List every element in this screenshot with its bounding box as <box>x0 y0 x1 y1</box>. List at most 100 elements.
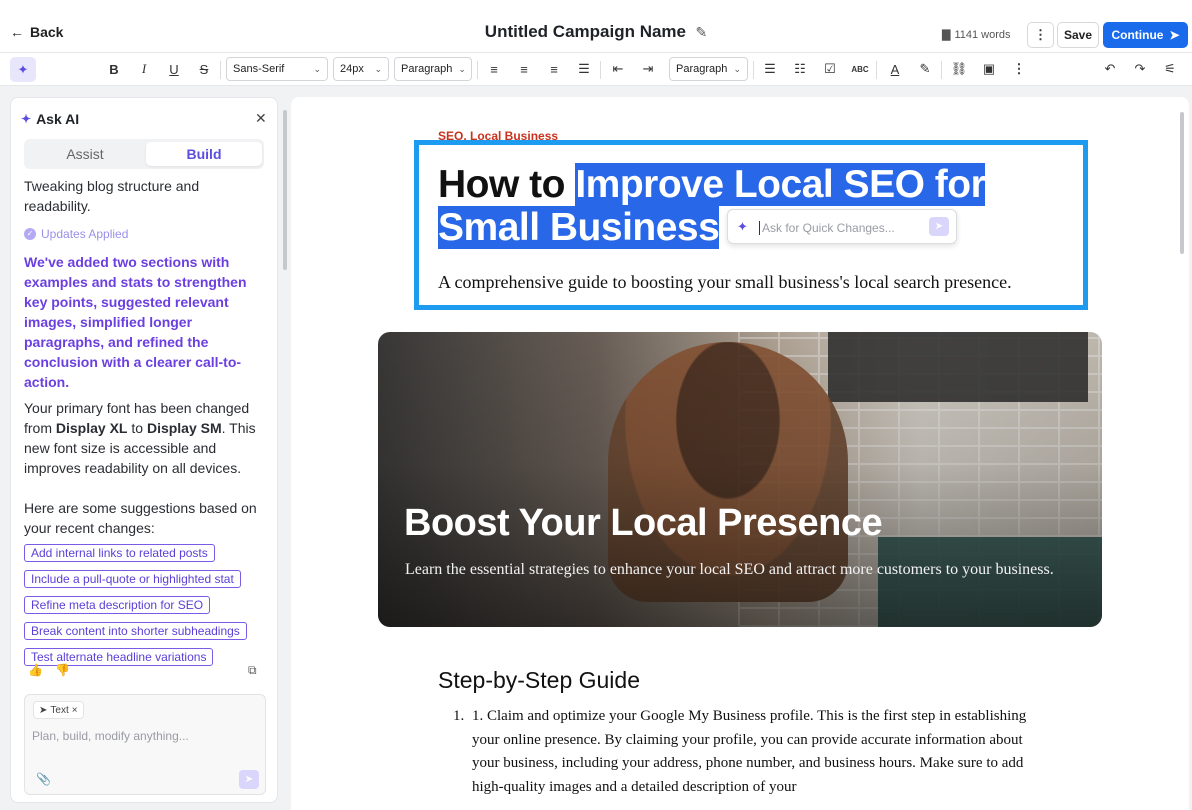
bold-icon[interactable]: B <box>104 59 124 79</box>
align-right-icon[interactable]: ≡ <box>544 59 564 79</box>
image-icon[interactable]: ▣ <box>979 59 999 79</box>
toolbar-divider <box>941 61 942 79</box>
hero-title[interactable]: Boost Your Local Presence <box>404 502 883 545</box>
cursor-icon: ➤ <box>39 704 48 716</box>
quick-changes-popover[interactable]: ✦ Ask for Quick Changes... ➤ <box>727 209 957 244</box>
previous-message: Tweaking blog structure and readability. <box>24 178 200 214</box>
align-justify-icon[interactable]: ☰ <box>574 59 594 79</box>
block-style-value: Paragraph <box>401 63 453 75</box>
headline-plain: How to <box>438 163 576 206</box>
italic-icon[interactable]: I <box>134 59 154 79</box>
panel-title: Ask AI <box>36 111 80 127</box>
font-change-text: to <box>127 420 147 436</box>
quick-changes-input[interactable]: Ask for Quick Changes... <box>759 221 895 235</box>
suggestions-intro: Here are some suggestions based on your … <box>24 500 257 536</box>
thumbs-down-icon[interactable]: 👎 <box>55 663 70 677</box>
list-item[interactable]: 1. Claim and optimize your Google My Bus… <box>472 705 1051 799</box>
indent-increase-icon[interactable]: ⇥ <box>638 59 658 79</box>
hero-image[interactable]: Boost Your Local Presence Learn the esse… <box>378 332 1102 627</box>
font-family-select[interactable]: Sans-Serif ⌄ <box>226 57 328 81</box>
settings-sliders-icon[interactable]: ⚟ <box>1160 59 1180 79</box>
suggestion-chip[interactable]: Refine meta description for SEO <box>24 596 211 614</box>
panel-scrollbar[interactable] <box>283 110 287 270</box>
save-button[interactable]: Save <box>1057 22 1099 48</box>
toolbar-divider <box>876 61 877 79</box>
section-heading[interactable]: Step-by-Step Guide <box>438 667 640 694</box>
remove-icon[interactable]: × <box>72 705 78 716</box>
redo-icon[interactable]: ↷ <box>1130 59 1150 79</box>
top-header: ← Back Untitled Campaign Name ✎ ▇ 1141 w… <box>0 0 1192 52</box>
send-button[interactable]: ➤ <box>929 217 949 236</box>
highlighter-icon[interactable]: ✎ <box>915 59 935 79</box>
prompt-placeholder: Plan, build, modify anything... <box>32 729 189 743</box>
feedback-buttons: 👍 👎 <box>28 663 70 677</box>
font-change-to: Display SM <box>146 420 222 436</box>
canvas-scrollbar[interactable] <box>1180 112 1184 254</box>
subtitle[interactable]: A comprehensive guide to boosting your s… <box>438 272 1012 293</box>
sparkle-icon: ✦ <box>737 219 748 234</box>
context-chip-label: Text <box>50 704 69 716</box>
ask-ai-panel: ✦ Ask AI ✕ Assist Build Tweaking blog st… <box>10 97 278 803</box>
abc-format-icon[interactable]: ABC <box>850 59 870 79</box>
close-icon[interactable]: ✕ <box>255 110 267 127</box>
status-label: Updates Applied <box>41 227 129 241</box>
font-family-value: Sans-Serif <box>233 63 285 75</box>
document-canvas: SEO, Local Business How to Improve Local… <box>291 97 1189 810</box>
chevron-down-icon: ⌄ <box>458 63 466 74</box>
align-center-icon[interactable]: ≡ <box>514 59 534 79</box>
toolbar-divider <box>753 61 754 79</box>
send-button[interactable]: ➤ <box>239 770 259 789</box>
toolbar-divider <box>600 61 601 79</box>
block-style-select[interactable]: Paragraph ⌄ <box>394 57 472 81</box>
campaign-title[interactable]: Untitled Campaign Name <box>485 22 686 41</box>
more-options-button[interactable]: ⋮ <box>1027 22 1054 48</box>
list-number: 1. <box>453 708 465 724</box>
chevron-down-icon: ⌄ <box>313 63 321 74</box>
thumbs-up-icon[interactable]: 👍 <box>28 663 43 677</box>
pencil-icon[interactable]: ✎ <box>695 24 707 41</box>
bullet-list-icon[interactable]: ☰ <box>760 59 780 79</box>
font-size-select[interactable]: 24px ⌄ <box>333 57 389 81</box>
suggestion-chip[interactable]: Include a pull-quote or highlighted stat <box>24 570 241 588</box>
hero-overlay <box>378 332 1102 627</box>
undo-icon[interactable]: ↶ <box>1100 59 1120 79</box>
suggestion-chip[interactable]: Add internal links to related posts <box>24 544 215 562</box>
continue-button[interactable]: Continue ➤ <box>1103 22 1188 48</box>
text-color-icon[interactable]: A <box>885 59 905 79</box>
link-icon[interactable]: ⛓ <box>949 59 969 79</box>
strikethrough-icon[interactable]: S <box>194 59 214 79</box>
context-chip[interactable]: ➤ Text × <box>33 701 84 719</box>
font-change-from: Display XL <box>55 420 128 436</box>
updates-applied-status: ✓ Updates Applied <box>24 224 267 244</box>
font-size-value: 24px <box>340 63 364 75</box>
mode-tabs: Assist Build <box>24 139 264 169</box>
check-circle-icon: ✓ <box>24 228 36 240</box>
book-icon: ▇ <box>942 29 951 41</box>
ai-sparkle-button[interactable]: ✦ <box>10 57 36 82</box>
copy-icon[interactable]: ⧉ <box>248 663 257 678</box>
chat-thread: Tweaking blog structure and readability.… <box>24 178 267 672</box>
paperclip-icon[interactable]: 📎 <box>36 772 51 786</box>
chevron-down-icon: ⌄ <box>374 63 382 74</box>
continue-label: Continue <box>1111 28 1164 42</box>
underline-icon[interactable]: U <box>164 59 184 79</box>
more-vertical-icon[interactable]: ⋮ <box>1009 59 1029 79</box>
hero-subtitle[interactable]: Learn the essential strategies to enhanc… <box>405 560 1065 580</box>
tab-assist[interactable]: Assist <box>27 142 143 166</box>
send-icon: ➤ <box>1169 28 1180 42</box>
formatting-toolbar: ✦ B I U S Sans-Serif ⌄ 24px ⌄ Paragraph ⌄ ≡… <box>0 52 1192 86</box>
toolbar-divider <box>477 61 478 79</box>
toolbar-divider <box>220 61 221 79</box>
align-left-icon[interactable]: ≡ <box>484 59 504 79</box>
block-style-select-2[interactable]: Paragraph ⌄ <box>669 57 748 81</box>
checklist-icon[interactable]: ☑ <box>820 59 840 79</box>
word-count-label: 1141 words <box>954 28 1011 41</box>
tab-build[interactable]: Build <box>146 142 262 166</box>
suggestion-chip[interactable]: Break content into shorter subheadings <box>24 622 247 640</box>
numbered-list: 1. 1. Claim and optimize your Google My … <box>451 705 1051 799</box>
suggestion-chips: Add internal links to related posts Incl… <box>24 542 267 672</box>
numbered-list-icon[interactable]: ☷ <box>790 59 810 79</box>
indent-decrease-icon[interactable]: ⇤ <box>608 59 628 79</box>
sparkle-icon: ✦ <box>21 112 32 126</box>
prompt-input[interactable]: ➤ Text × Plan, build, modify anything...… <box>24 694 266 795</box>
